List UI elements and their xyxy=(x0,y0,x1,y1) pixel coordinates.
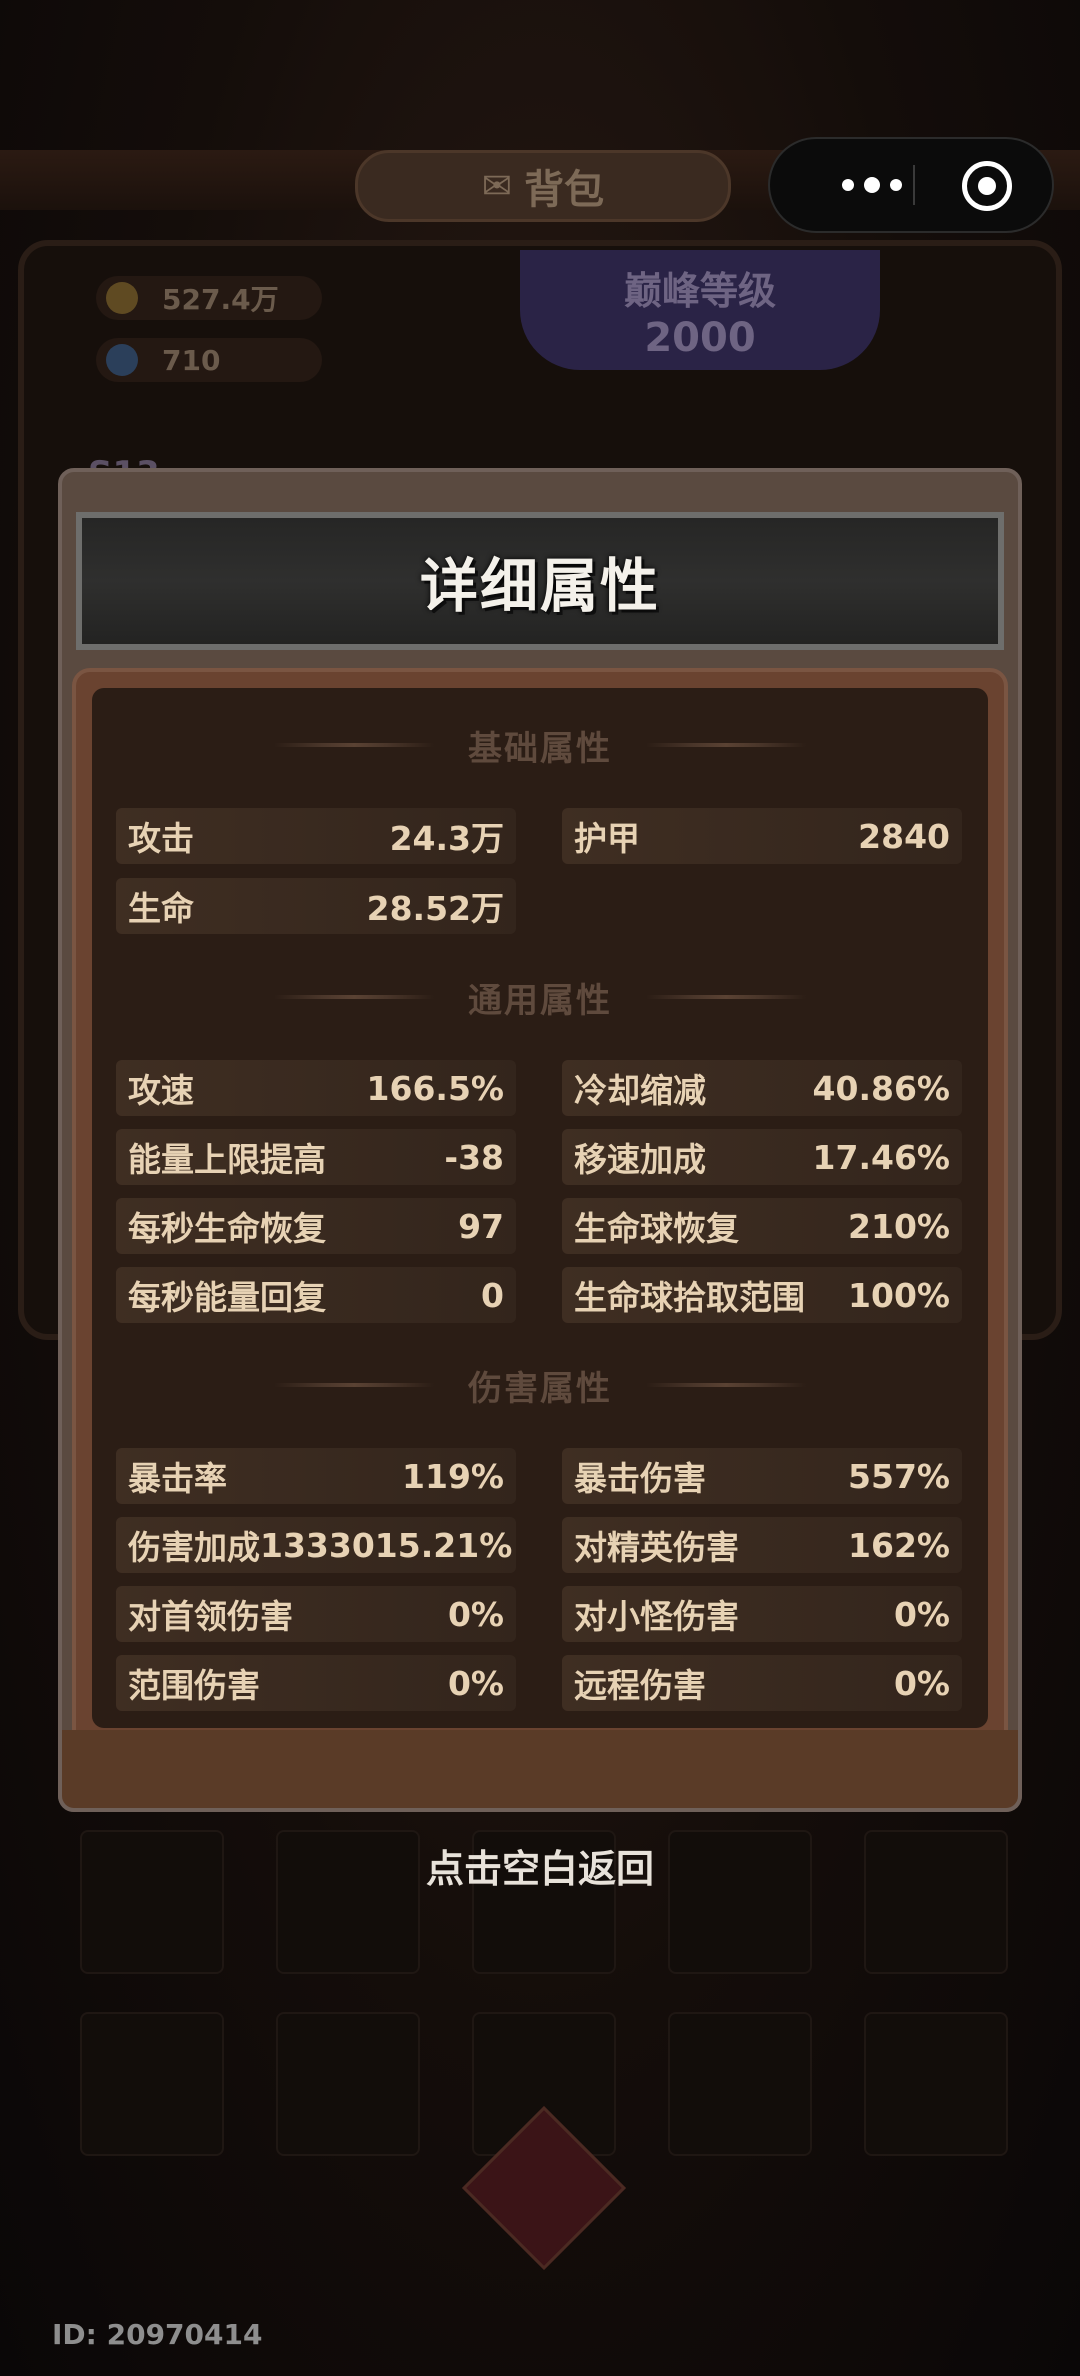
stat-value: 97 xyxy=(458,1206,504,1246)
stat-row: 每秒生命恢复 97 xyxy=(116,1198,516,1254)
stat-row: 对小怪伤害 0% xyxy=(562,1586,962,1642)
tap-blank-to-return[interactable]: 点击空白返回 xyxy=(0,1838,1080,1893)
coin-icon xyxy=(106,282,138,314)
stat-name: 移速加成 xyxy=(574,1140,706,1179)
stat-row: 远程伤害 0% xyxy=(562,1655,962,1711)
stat-value: 166.5% xyxy=(366,1068,504,1108)
stat-name: 暴击伤害 xyxy=(574,1459,706,1498)
stat-row: 冷却缩减 40.86% xyxy=(562,1060,962,1116)
stat-row: 能量上限提高 -38 xyxy=(116,1129,516,1185)
peak-level-badge: 巅峰等级 2000 xyxy=(520,250,880,370)
stat-name: 每秒能量回复 xyxy=(128,1278,326,1317)
stat-name: 生命球拾取范围 xyxy=(574,1278,805,1317)
section-basic-heading: 基础属性 xyxy=(92,720,988,770)
stat-name: 护甲 xyxy=(574,819,640,858)
inventory-slot xyxy=(80,2012,224,2156)
section-label: 伤害属性 xyxy=(468,1368,612,1409)
stat-value: -38 xyxy=(444,1137,504,1177)
divider-line xyxy=(646,995,806,999)
stat-value: 162% xyxy=(848,1525,950,1565)
gem-value: 710 xyxy=(162,343,221,377)
gold-counter: 527.4万 xyxy=(96,276,322,320)
divider-line xyxy=(274,995,434,999)
stat-value: 0% xyxy=(447,1663,504,1703)
divider-line xyxy=(274,1383,434,1387)
miniprogram-capsule xyxy=(768,137,1054,233)
gem-counter: 710 xyxy=(96,338,322,382)
stat-value: 24.3万 xyxy=(389,819,504,858)
divider-line xyxy=(646,743,806,747)
stat-row: 护甲 2840 xyxy=(562,808,962,864)
stat-value: 0% xyxy=(893,1594,950,1634)
stat-row: 移速加成 17.46% xyxy=(562,1129,962,1185)
modal-header: 详细属性 xyxy=(76,512,1004,650)
stat-name: 生命 xyxy=(128,889,194,928)
stat-row: 暴击伤害 557% xyxy=(562,1448,962,1504)
stat-name: 暴击率 xyxy=(128,1459,227,1498)
stat-value: 0% xyxy=(447,1594,504,1634)
user-id: ID: 20970414 xyxy=(52,2318,263,2351)
stat-row: 范围伤害 0% xyxy=(116,1655,516,1711)
section-general-heading: 通用属性 xyxy=(92,972,988,1022)
inventory-slot xyxy=(276,2012,420,2156)
stat-row: 对首领伤害 0% xyxy=(116,1586,516,1642)
stat-name: 对小怪伤害 xyxy=(574,1597,739,1636)
inventory-slot xyxy=(864,2012,1008,2156)
dot-icon xyxy=(842,179,854,191)
stat-name: 伤害加成 xyxy=(128,1528,260,1567)
stat-value: 119% xyxy=(402,1456,504,1496)
bag-title-plate: ✉ 背包 xyxy=(355,150,731,222)
stat-value: 17.46% xyxy=(812,1137,950,1177)
stat-row: 攻速 166.5% xyxy=(116,1060,516,1116)
stat-value: 210% xyxy=(848,1206,950,1246)
stat-name: 远程伤害 xyxy=(574,1666,706,1705)
bag-title: 背包 xyxy=(524,167,605,213)
stat-value: 2840 xyxy=(858,816,950,856)
stat-row: 生命球恢复 210% xyxy=(562,1198,962,1254)
peak-level-label: 巅峰等级 xyxy=(623,268,776,313)
gold-value: 527.4万 xyxy=(162,283,279,316)
stat-name: 范围伤害 xyxy=(128,1666,260,1705)
dot-icon xyxy=(864,177,880,193)
divider-line xyxy=(274,743,434,747)
stat-name: 能量上限提高 xyxy=(128,1140,326,1179)
modal-title: 详细属性 xyxy=(419,552,660,620)
stat-name: 对精英伤害 xyxy=(574,1528,739,1567)
capsule-divider xyxy=(913,165,915,205)
stat-row: 对精英伤害 162% xyxy=(562,1517,962,1573)
stat-name: 攻击 xyxy=(128,819,194,858)
stat-value: 100% xyxy=(848,1275,950,1315)
stat-name: 对首领伤害 xyxy=(128,1597,293,1636)
stat-value: 28.52万 xyxy=(366,889,504,928)
stat-name: 冷却缩减 xyxy=(574,1071,706,1110)
stat-name: 攻速 xyxy=(128,1071,194,1110)
stat-row: 生命球拾取范围 100% xyxy=(562,1267,962,1323)
dot-icon xyxy=(890,179,902,191)
section-label: 通用属性 xyxy=(468,980,612,1021)
gem-icon xyxy=(106,344,138,376)
stat-name: 每秒生命恢复 xyxy=(128,1209,326,1248)
stat-value: 557% xyxy=(848,1456,950,1496)
peak-level-value: 2000 xyxy=(644,314,756,361)
stat-value: 0 xyxy=(481,1275,504,1315)
section-damage-heading: 伤害属性 xyxy=(92,1360,988,1410)
stat-value: 1333015.21% xyxy=(260,1525,513,1565)
stat-value: 0% xyxy=(893,1663,950,1703)
stat-row: 生命 28.52万 xyxy=(116,878,516,934)
stat-name: 生命球恢复 xyxy=(574,1209,739,1248)
divider-line xyxy=(646,1383,806,1387)
stat-row: 每秒能量回复 0 xyxy=(116,1267,516,1323)
target-icon xyxy=(978,177,996,195)
stat-row: 攻击 24.3万 xyxy=(116,808,516,864)
stat-row: 伤害加成 1333015.21% xyxy=(116,1517,516,1573)
stat-value: 40.86% xyxy=(812,1068,950,1108)
close-miniprogram-button[interactable] xyxy=(962,161,1012,211)
stat-row: 暴击率 119% xyxy=(116,1448,516,1504)
section-label: 基础属性 xyxy=(468,728,612,769)
inventory-slot xyxy=(668,2012,812,2156)
modal-footer-frame xyxy=(58,1730,1022,1812)
bag-icon: ✉ xyxy=(481,165,513,207)
